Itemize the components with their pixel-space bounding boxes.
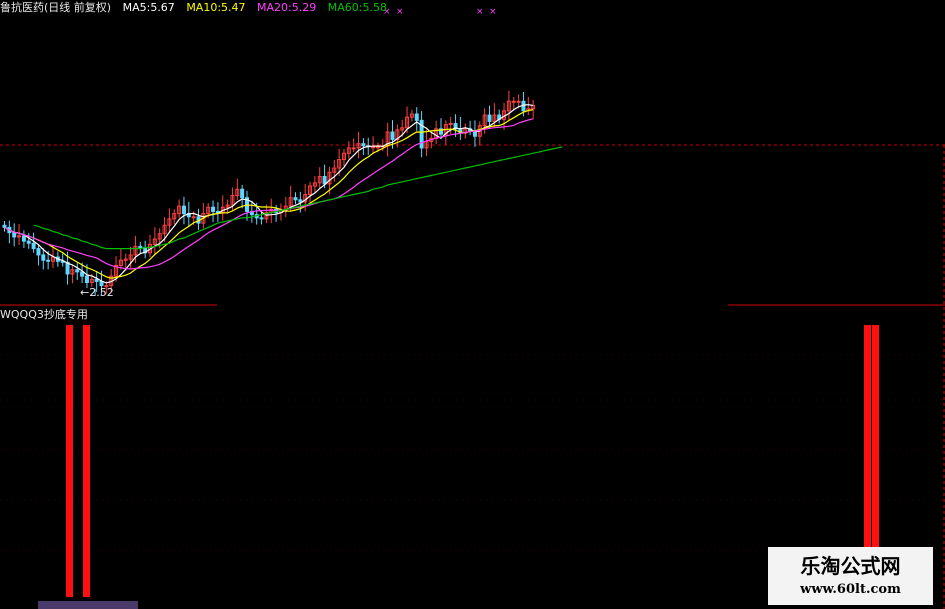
ma5-line: [4, 104, 534, 284]
candle-body: [322, 176, 327, 185]
candle-body: [511, 100, 516, 103]
candle-body: [390, 131, 395, 140]
candle-body: [181, 205, 186, 215]
date-axis-strip: [38, 601, 138, 609]
candle-body: [31, 242, 36, 250]
candle-body: [487, 114, 492, 122]
candle-body: [21, 235, 26, 242]
candle-body: [41, 254, 46, 261]
watermark-title: 乐淘公式网: [800, 554, 901, 578]
candle-body: [75, 269, 80, 273]
candle-body: [414, 113, 419, 121]
candle-body: [361, 143, 366, 147]
ma10-line: [4, 109, 534, 279]
candle-body: [36, 248, 41, 256]
ma20-value: MA20:5.29: [257, 1, 317, 14]
signal-bar: [83, 325, 90, 597]
candle-body: [12, 232, 17, 238]
indicator-title: WQQQ3抄底专用: [0, 308, 88, 321]
ma20-line: [4, 118, 534, 270]
candle-body: [2, 224, 7, 228]
candle-body: [191, 216, 196, 219]
price-low-label: ←2.52: [80, 286, 114, 299]
candle-body: [138, 245, 143, 249]
ma5-value: MA5:5.67: [122, 1, 175, 14]
candle-body: [84, 275, 89, 283]
watermark: 乐淘公式网 www.60lt.com: [768, 547, 933, 605]
ma-marker-icon: ×: [476, 7, 484, 17]
candle-body: [516, 100, 521, 103]
candle-body: [26, 240, 31, 244]
candle-body: [46, 259, 51, 262]
candle-body: [259, 217, 264, 220]
ma-marker-icon: ×: [489, 7, 497, 17]
chart-header: 鲁抗医药(日线 前复权) MA5:5.67 MA10:5.47 MA20:5.2…: [0, 0, 395, 16]
candle-body: [240, 188, 245, 199]
signal-bar: [66, 325, 73, 597]
candle-body: [80, 271, 85, 277]
ma60-line: [33, 146, 563, 250]
candle-body: [293, 197, 298, 201]
candle-body: [375, 146, 380, 149]
stock-title: 鲁抗医药(日线 前复权): [0, 1, 112, 14]
candle-body: [94, 278, 99, 282]
ma-marker-icon: ×: [396, 7, 404, 17]
kline-chart[interactable]: × × × ×: [0, 0, 945, 609]
candle-body: [298, 199, 303, 203]
candle-body: [371, 146, 376, 149]
ma60-value: MA60:5.58: [327, 1, 387, 14]
watermark-url: www.60lt.com: [800, 582, 901, 597]
ma10-value: MA10:5.47: [186, 1, 246, 14]
candle-body: [211, 206, 216, 212]
candle-body: [351, 147, 356, 150]
